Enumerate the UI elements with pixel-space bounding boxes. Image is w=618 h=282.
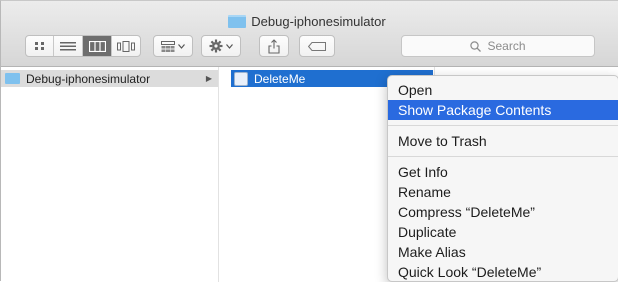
column-view-button[interactable] — [83, 36, 112, 56]
chevron-down-icon — [226, 43, 233, 49]
titlebar: Debug-iphonesimulator Search — [1, 1, 618, 67]
list-view-icon — [60, 42, 76, 51]
action-button[interactable] — [201, 35, 241, 57]
package-icon — [234, 71, 248, 86]
search-placeholder: Search — [487, 39, 526, 53]
menu-item-compress[interactable]: Compress “DeleteMe” — [388, 202, 618, 222]
column-view-icon — [88, 40, 106, 52]
menu-separator — [388, 125, 618, 126]
arrange-icon — [161, 40, 175, 52]
window-title: Debug-iphonesimulator — [1, 11, 618, 31]
menu-item-move-to-trash[interactable]: Move to Trash — [388, 131, 618, 151]
share-icon — [268, 38, 280, 54]
list-item-label: DeleteMe — [254, 71, 306, 86]
list-item[interactable]: Debug-iphonesimulator ▶ — [1, 70, 218, 87]
gear-icon — [209, 39, 223, 53]
cover-flow-button[interactable] — [112, 36, 140, 56]
menu-item-make-alias[interactable]: Make Alias — [388, 242, 618, 262]
icon-view-button[interactable] — [26, 36, 54, 56]
window-title-text: Debug-iphonesimulator — [251, 13, 386, 29]
finder-window: Debug-iphonesimulator Search Debug-iphon… — [0, 0, 618, 282]
search-field[interactable]: Search — [401, 35, 595, 57]
share-button[interactable] — [259, 35, 289, 57]
context-menu: Open Show Package Contents Move to Trash… — [387, 75, 618, 282]
menu-item-show-package-contents[interactable]: Show Package Contents — [388, 100, 618, 120]
chevron-right-icon: ▶ — [205, 74, 212, 83]
menu-item-open[interactable]: Open — [388, 80, 618, 100]
menu-item-get-info[interactable]: Get Info — [388, 162, 618, 182]
menu-item-duplicate[interactable]: Duplicate — [388, 222, 618, 242]
list-view-button[interactable] — [54, 36, 83, 56]
search-icon — [470, 40, 482, 52]
column-1: Debug-iphonesimulator ▶ — [1, 67, 219, 282]
tag-icon — [308, 41, 326, 51]
menu-item-quick-look[interactable]: Quick Look “DeleteMe” — [388, 262, 618, 282]
list-item-label: Debug-iphonesimulator — [26, 71, 151, 86]
menu-item-rename[interactable]: Rename — [388, 182, 618, 202]
menu-separator — [388, 156, 618, 157]
arrange-button[interactable] — [153, 35, 193, 57]
view-mode-control — [25, 35, 141, 57]
icon-view-icon — [34, 42, 44, 50]
folder-icon — [228, 14, 247, 28]
chevron-down-icon — [178, 43, 185, 49]
cover-flow-icon — [117, 40, 135, 52]
folder-icon — [5, 73, 20, 84]
tags-button[interactable] — [299, 35, 335, 57]
